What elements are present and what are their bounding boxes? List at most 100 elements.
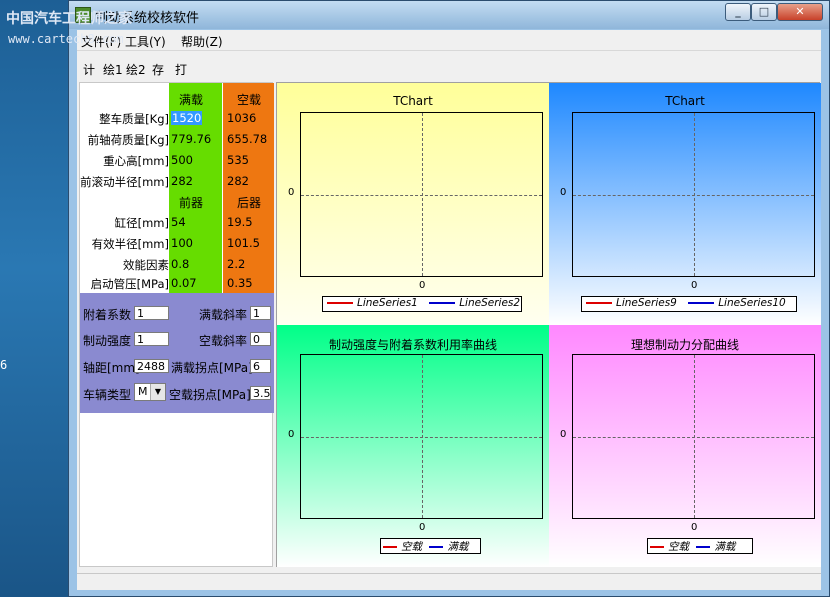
y-tick: 0 (560, 187, 567, 198)
legend-item: 满载 (429, 539, 468, 554)
legend-item: LineSeries2 (429, 297, 520, 309)
empty-knee-input[interactable]: 3.5 (250, 386, 271, 400)
row-label: 有效半径[mm] (91, 237, 169, 251)
x-tick: 0 (419, 280, 426, 291)
menu-bar: 文件(F) 工具(Y) 帮助(Z) (77, 30, 821, 51)
front-bore-cell[interactable]: 54 (171, 215, 186, 229)
brake-strength-label: 制动强度 (83, 334, 132, 348)
wheelbase-input[interactable]: 2488 (134, 359, 169, 373)
menu-tools[interactable]: 工具(Y) (125, 33, 166, 50)
maximize-button[interactable]: □ (751, 3, 777, 21)
rear-factor-cell[interactable]: 2.2 (227, 257, 245, 271)
empty-slope-label: 空载斜率 (199, 334, 248, 348)
close-button[interactable]: ✕ (777, 3, 823, 21)
chart-title: 理想制动力分配曲线 (630, 338, 739, 352)
chevron-down-icon[interactable]: ▼ (150, 384, 165, 400)
chart-title: TChart (393, 94, 433, 108)
print-button[interactable]: 打 (175, 61, 187, 78)
brake-strength-input[interactable]: 1 (134, 332, 169, 346)
desktop-label: 6 (0, 358, 8, 372)
vehicle-grid: 满载 空载 整车质量[Kg] 1520 1036 前轴荷质量[Kg] 779.7… (80, 83, 274, 293)
calc-button[interactable]: 计 (83, 61, 95, 78)
plot-area (300, 112, 543, 277)
vehicle-type-select[interactable]: M ▼ (134, 383, 166, 401)
vehicle-type-label: 车辆类型 (83, 388, 132, 402)
y-tick: 0 (288, 187, 295, 198)
empty-front-axle-cell[interactable]: 655.78 (227, 132, 267, 146)
chart-3[interactable]: 制动强度与附着系数利用率曲线 0 0 空载 满载 (277, 325, 549, 567)
plot-area (572, 112, 815, 277)
vehicle-type-value: M (138, 385, 148, 398)
rear-bore-cell[interactable]: 19.5 (227, 215, 253, 229)
legend: 空载 满载 (380, 538, 481, 554)
front-factor-cell[interactable]: 0.8 (171, 257, 189, 271)
chart-1[interactable]: TChart 0 0 LineSeries1 LineSeries2 (277, 83, 549, 325)
parameters-panel: 附着系数 1 满载斜率 1 制动强度 1 空载斜率 0 轴距[mm] 2488 … (80, 293, 274, 413)
empty-slope-input[interactable]: 0 (250, 332, 271, 346)
chart-2[interactable]: TChart 0 0 LineSeries9 LineSeries10 (549, 83, 821, 325)
front-start-pressure-cell[interactable]: 0.07 (171, 276, 197, 290)
full-slope-input[interactable]: 1 (250, 306, 271, 320)
x-tick: 0 (691, 280, 698, 291)
title-bar[interactable]: 制动系统校核软件 _ □ ✕ (69, 1, 829, 29)
chart-title: TChart (665, 94, 705, 108)
chart-title: 制动强度与附着系数利用率曲线 (328, 338, 497, 352)
x-tick: 0 (691, 522, 698, 533)
x-tick: 0 (419, 522, 426, 533)
app-window: 制动系统校核软件 _ □ ✕ 文件(F) 工具(Y) 帮助(Z) 计 绘1 绘2… (68, 0, 830, 597)
full-slope-label: 满载斜率 (199, 308, 248, 322)
empty-rolling-radius-cell[interactable]: 282 (227, 174, 249, 188)
legend: LineSeries9 LineSeries10 (581, 296, 797, 312)
adhesion-label: 附着系数 (83, 308, 132, 322)
row-label: 效能因素 (123, 258, 169, 272)
full-rolling-radius-cell[interactable]: 282 (171, 174, 193, 188)
full-knee-input[interactable]: 6 (250, 359, 271, 373)
legend-item: LineSeries1 (327, 297, 418, 309)
chart-4[interactable]: 理想制动力分配曲线 0 0 空载 满载 (549, 325, 821, 567)
empty-knee-label: 空载拐点[MPa] (169, 388, 251, 402)
empty-mass-cell[interactable]: 1036 (227, 111, 256, 125)
save-button[interactable]: 存 (152, 61, 164, 78)
legend-item: LineSeries9 (586, 297, 677, 309)
row-label: 缸径[mm] (114, 216, 169, 230)
full-front-axle-cell[interactable]: 779.76 (171, 132, 211, 146)
row-label: 启动管压[MPa] (90, 277, 169, 291)
empty-cg-height-cell[interactable]: 535 (227, 153, 249, 167)
watermark-url: www.cartech8.com (8, 32, 124, 46)
row-label: 重心高[mm] (103, 154, 169, 168)
rear-start-pressure-cell[interactable]: 0.35 (227, 276, 253, 290)
row-label: 整车质量[Kg] (99, 112, 169, 126)
header-full: 满载 (179, 93, 204, 107)
full-mass-cell[interactable]: 1520 (171, 111, 203, 125)
legend-item: 满载 (696, 539, 735, 554)
header-rear: 后器 (237, 196, 262, 210)
legend: LineSeries1 LineSeries2 (322, 296, 522, 312)
rear-radius-cell[interactable]: 101.5 (227, 236, 260, 250)
header-front: 前器 (179, 196, 204, 210)
full-knee-label: 满载拐点[MPa] (171, 361, 253, 375)
status-bar (77, 573, 821, 590)
legend-item: 空载 (650, 539, 689, 554)
front-radius-cell[interactable]: 100 (171, 236, 193, 250)
minimize-button[interactable]: _ (725, 3, 751, 21)
row-label: 前轴荷质量[Kg] (87, 133, 169, 147)
input-panel: 满载 空载 整车质量[Kg] 1520 1036 前轴荷质量[Kg] 779.7… (79, 82, 274, 567)
legend-item: 空载 (383, 539, 422, 554)
plot-area (572, 354, 815, 519)
full-cg-height-cell[interactable]: 500 (171, 153, 193, 167)
y-tick: 0 (288, 429, 295, 440)
legend: 空载 满载 (647, 538, 753, 554)
charts-area: TChart 0 0 LineSeries1 LineSeries2 TChar… (276, 82, 821, 567)
client-area: 计 绘1 绘2 存 打 满载 空载 整车质量[Kg] 1520 1036 前轴荷… (77, 51, 821, 590)
menu-help[interactable]: 帮助(Z) (181, 33, 223, 50)
header-empty: 空载 (237, 93, 262, 107)
toolbar: 计 绘1 绘2 存 打 (77, 51, 821, 81)
plot-area (300, 354, 543, 519)
plot1-button[interactable]: 绘1 (103, 61, 123, 78)
row-label: 前滚动半径[mm] (80, 175, 169, 189)
adhesion-input[interactable]: 1 (134, 306, 169, 320)
y-tick: 0 (560, 429, 567, 440)
legend-item: LineSeries10 (688, 297, 786, 309)
watermark-logo: 中国汽车工程师之家 (6, 11, 132, 27)
plot2-button[interactable]: 绘2 (126, 61, 146, 78)
